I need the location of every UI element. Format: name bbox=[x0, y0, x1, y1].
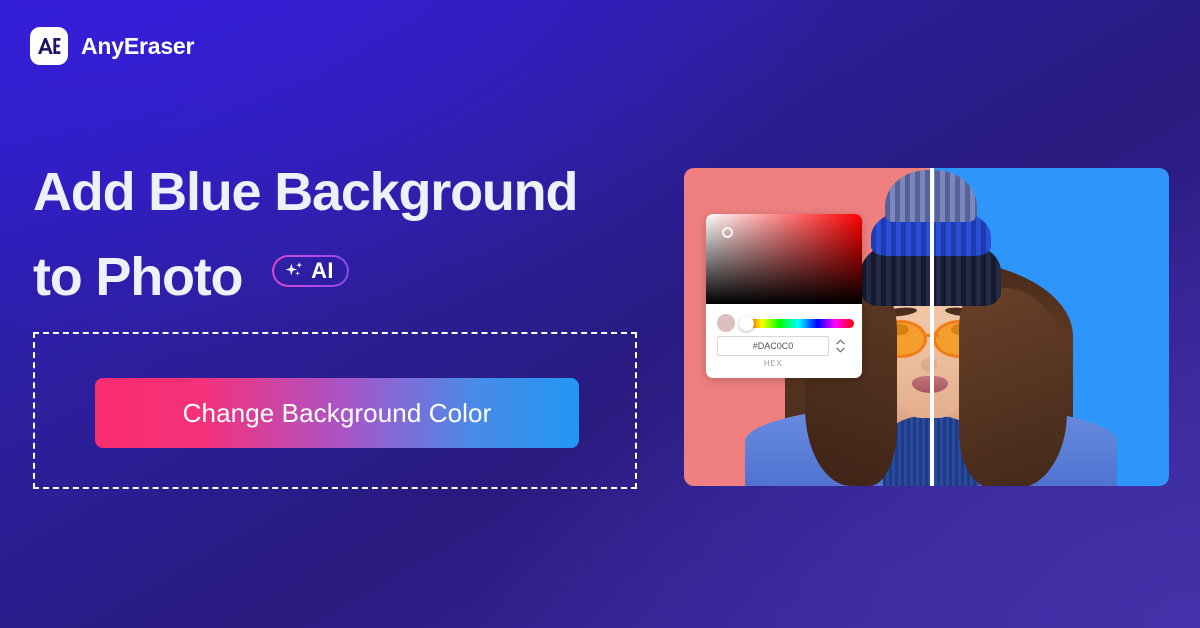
hex-label: HEX bbox=[763, 359, 783, 368]
headline-line-1: Add Blue Background bbox=[33, 162, 578, 222]
hex-stepper[interactable] bbox=[836, 339, 845, 353]
nose bbox=[921, 358, 937, 372]
saturation-value-area[interactable] bbox=[706, 214, 862, 304]
current-color-swatch bbox=[717, 314, 735, 332]
hair-front-right bbox=[959, 288, 1067, 486]
cta-dashed-frame: Change Background Color bbox=[33, 332, 637, 489]
chevron-down-icon[interactable] bbox=[836, 347, 845, 353]
brand-logo[interactable]: AnyEraser bbox=[30, 27, 194, 65]
hero-banner: AnyEraser Add Blue Background to Photo A… bbox=[0, 0, 1200, 628]
color-handle-icon[interactable] bbox=[722, 227, 733, 238]
chevron-up-icon[interactable] bbox=[836, 339, 845, 345]
headline-line-2: to Photo bbox=[33, 247, 244, 308]
ae-monogram-icon bbox=[30, 27, 68, 65]
ai-badge: AI bbox=[272, 255, 349, 287]
brand-name: AnyEraser bbox=[81, 32, 195, 59]
change-background-color-button[interactable]: Change Background Color bbox=[95, 378, 579, 448]
color-picker-body: #DAC0C0 HEX bbox=[706, 304, 862, 378]
before-after-divider[interactable] bbox=[930, 168, 934, 486]
ai-badge-label: AI bbox=[311, 257, 334, 283]
hex-row: #DAC0C0 bbox=[717, 336, 845, 356]
page-title: Add Blue Background to Photo AI bbox=[33, 150, 673, 321]
hue-row bbox=[717, 314, 854, 332]
headline-line-2-wrap: to Photo AI bbox=[33, 235, 673, 320]
hue-handle-icon[interactable] bbox=[739, 315, 754, 331]
color-picker-panel[interactable]: #DAC0C0 HEX bbox=[706, 214, 862, 378]
before-after-preview: #DAC0C0 HEX bbox=[684, 168, 1169, 486]
hue-slider[interactable] bbox=[739, 315, 854, 331]
hex-input[interactable]: #DAC0C0 bbox=[717, 336, 829, 356]
sparkle-icon bbox=[285, 262, 303, 276]
